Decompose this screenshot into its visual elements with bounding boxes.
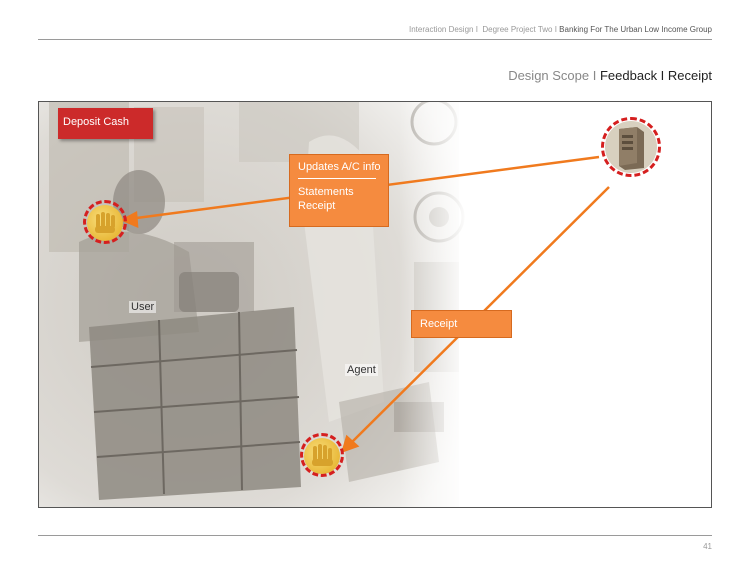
page-title-prefix: Design Scope I <box>508 68 597 83</box>
updates-divider <box>298 178 376 179</box>
receipt-box: Receipt <box>411 310 512 338</box>
updates-line-3: Receipt <box>298 200 336 212</box>
page-title-main: Feedback I Receipt <box>599 68 712 83</box>
footer-divider <box>38 535 712 536</box>
updates-info-box: Updates A/C info Statements Receipt <box>289 154 389 227</box>
server-highlight <box>601 117 661 177</box>
updates-line-1: Updates A/C info <box>298 161 381 173</box>
user-label: User <box>129 301 157 313</box>
breadcrumb-part-1: Interaction Design I <box>408 25 478 34</box>
deposit-cash-tag: Deposit Cash <box>58 108 153 139</box>
user-hand-highlight <box>83 200 127 244</box>
scene-frame: Deposit Cash User Agent Updates A/C info… <box>38 101 712 508</box>
page-title: Design Scope I Feedback I Receipt <box>508 68 712 83</box>
breadcrumb-part-2: Degree Project Two I <box>482 25 557 34</box>
agent-label: Agent <box>345 364 378 376</box>
updates-line-2: Statements <box>298 186 354 198</box>
page-number: 41 <box>703 542 712 551</box>
header-divider <box>38 39 712 40</box>
breadcrumb-part-3: Banking For The Urban Low Income Group <box>559 25 712 34</box>
agent-hand-highlight <box>300 433 344 477</box>
header-breadcrumb: Interaction Design I Degree Project Two … <box>409 25 712 34</box>
